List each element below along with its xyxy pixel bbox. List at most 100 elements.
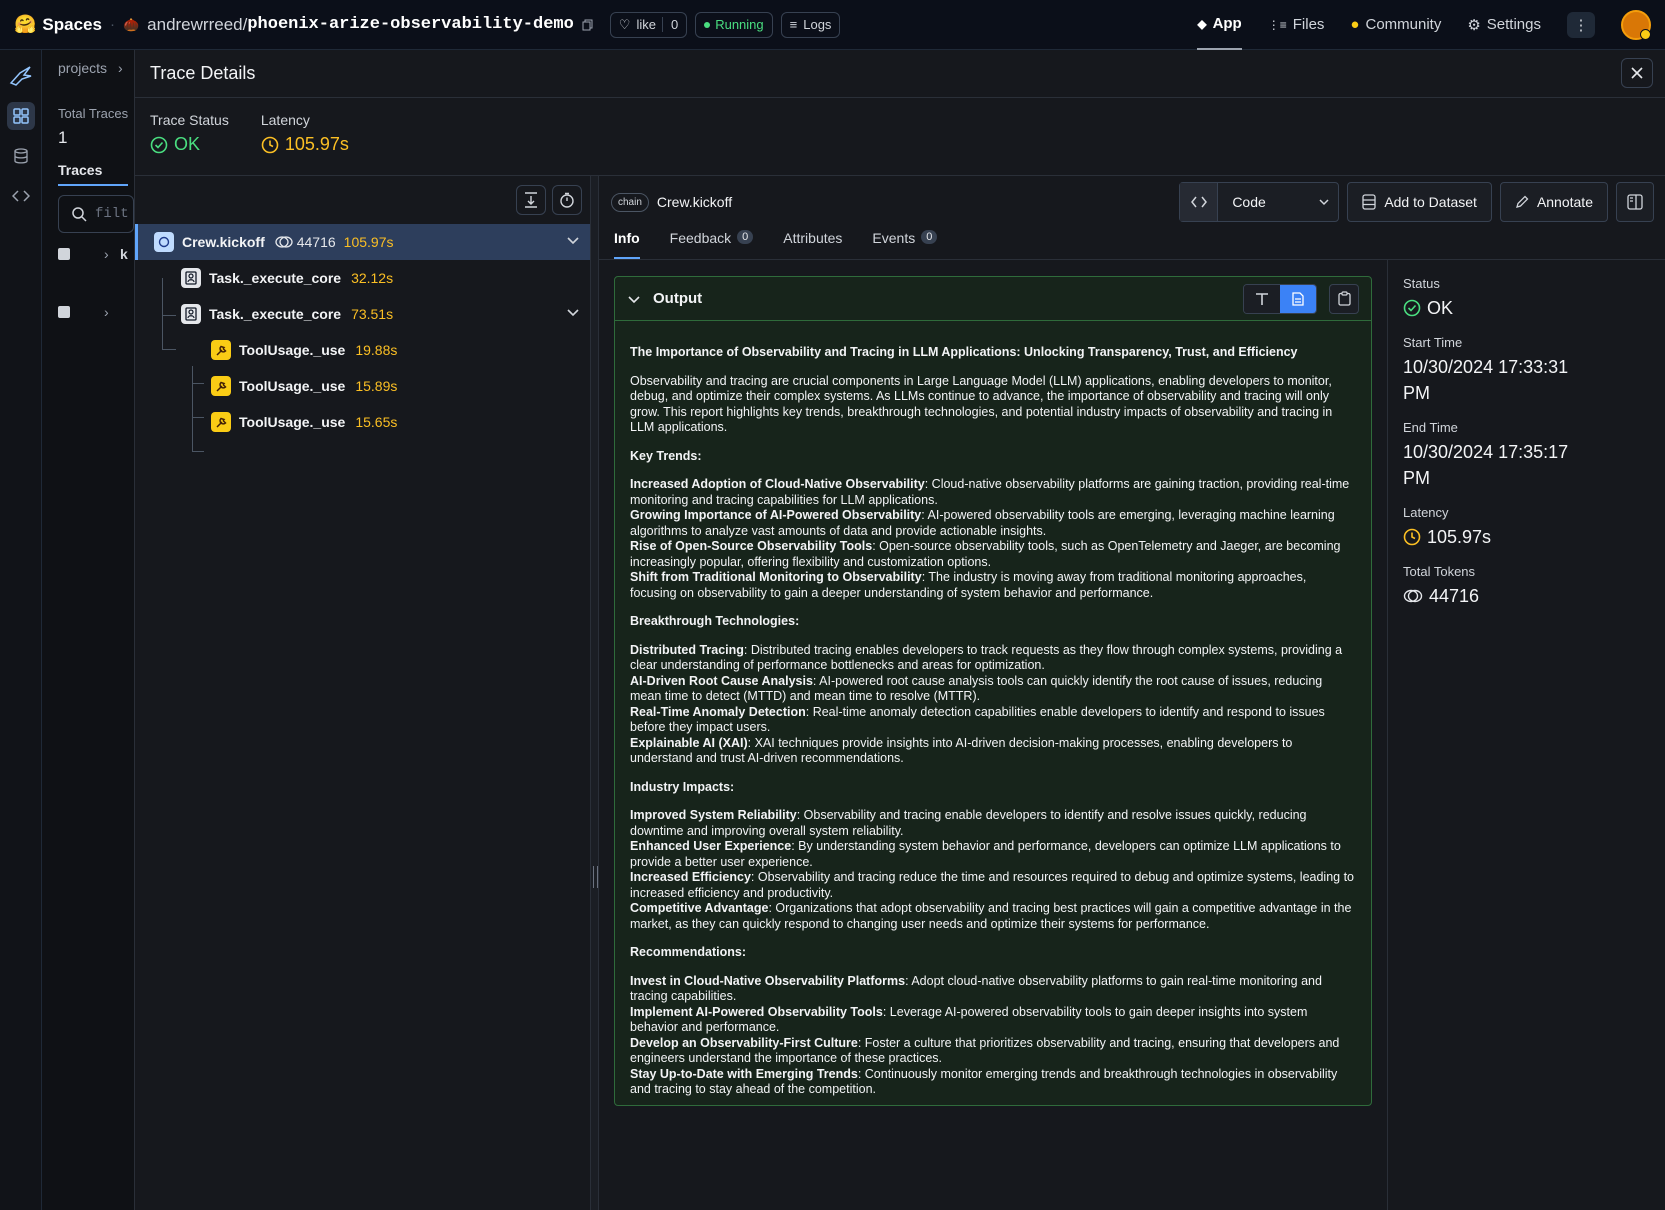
close-icon [1631, 67, 1643, 79]
user-avatar[interactable] [1621, 9, 1651, 40]
span-row-task-execute-core-1[interactable]: Task._execute_core 32.12s [135, 260, 590, 296]
output-section-items: Distributed Tracing: Distributed tracing… [630, 643, 1356, 767]
chevron-down-icon[interactable] [1310, 183, 1338, 221]
chevron-down-icon[interactable] [627, 292, 641, 306]
span-name: Task._execute_core [209, 306, 342, 322]
total-tokens-value: 44716 [1403, 583, 1651, 609]
nav-community[interactable]: ● Community [1350, 0, 1441, 50]
trace-summary: Trace Status OK Latency 105.97s [135, 98, 1665, 176]
tab-feedback[interactable]: Feedback 0 [670, 228, 754, 259]
status-value: OK [1403, 295, 1651, 321]
datasets-database-icon[interactable] [7, 142, 35, 170]
drawer-header: Trace Details [135, 50, 1665, 98]
search-input[interactable]: filt [58, 195, 134, 233]
output-item-term: Real-Time Anomaly Detection [630, 704, 806, 719]
collapse-all-button[interactable] [516, 185, 546, 215]
tab-events[interactable]: Events 0 [872, 228, 938, 259]
clock-icon [261, 136, 279, 153]
tokens-icon [1403, 589, 1423, 603]
tab-info[interactable]: Info [614, 228, 640, 259]
row-expand-chevron-icon[interactable]: › [104, 304, 109, 320]
span-row-toolusage-use-3[interactable]: ToolUsage._use 15.65s [135, 404, 590, 440]
output-item-term: Increased Adoption of Cloud-Native Obser… [630, 477, 925, 491]
markdown-format-icon[interactable] [1280, 284, 1316, 313]
select-all-checkbox[interactable] [58, 248, 70, 260]
latency-toggle-button[interactable] [552, 185, 582, 215]
spaces-link[interactable]: 🤗 Spaces [14, 14, 102, 35]
annotate-button[interactable]: Annotate [1499, 182, 1608, 222]
tab-attributes[interactable]: Attributes [783, 228, 842, 259]
chevron-down-icon[interactable] [566, 305, 580, 319]
expand-chevron-icon[interactable]: › [104, 246, 109, 262]
gear-icon: ⚙ [1467, 16, 1481, 34]
total-traces-label: Total Traces [58, 106, 129, 121]
output-section-title: Industry Impacts: [630, 779, 735, 794]
tab-feedback-count: 0 [737, 230, 754, 244]
breadcrumb-chevron-icon: › [118, 60, 123, 76]
expand-collapse-icon [525, 192, 537, 208]
projects-grid-icon[interactable] [6, 102, 35, 130]
trace-status: Trace Status OK [150, 112, 229, 161]
like-label: like [636, 17, 656, 32]
close-button[interactable] [1621, 58, 1653, 88]
chain-span-icon [154, 232, 174, 252]
more-menu-button[interactable]: ⋮ [1567, 11, 1595, 38]
panel-resize-handle[interactable] [591, 176, 599, 1210]
latency-value: 105.97s [284, 134, 349, 154]
text-format-icon[interactable] [1244, 284, 1280, 313]
trace-status-value: OK [174, 134, 201, 154]
repo-name[interactable]: phoenix-arize-observability-demo [247, 15, 573, 34]
span-latency: 73.51s [351, 306, 394, 322]
span-row-crew-kickoff[interactable]: Crew.kickoff 44716 105.97s [135, 224, 590, 260]
chevron-down-icon[interactable] [566, 233, 580, 247]
output-list-item: Distributed Tracing: Distributed tracing… [630, 643, 1356, 674]
logs-button[interactable]: ≡ Logs [780, 11, 841, 38]
span-row-task-execute-core-2[interactable]: Task._execute_core 73.51s [135, 296, 590, 332]
owner-avatar-icon: 🌰 [122, 16, 140, 32]
span-tokens: 44716 [275, 234, 336, 250]
code-dropdown[interactable]: Code [1179, 182, 1340, 222]
clipboard-icon [1337, 291, 1351, 306]
nav-settings[interactable]: ⚙ Settings [1467, 0, 1541, 50]
code-dropdown-label[interactable]: Code [1218, 183, 1310, 221]
span-tree: Crew.kickoff 44716 105.97s Task._execute… [135, 176, 591, 1210]
toggle-side-panel-button[interactable] [1616, 182, 1654, 222]
phoenix-logo-icon[interactable] [7, 62, 35, 90]
hugging-face-logo-icon: 🤗 [14, 14, 37, 34]
output-item-term: Stay Up-to-Date with Emerging Trends [630, 1066, 858, 1081]
side-latency-value: 105.97s [1403, 524, 1651, 550]
span-title: Crew.kickoff [656, 194, 733, 210]
output-list-item: Growing Importance of AI-Powered Observa… [630, 508, 1356, 539]
output-list-item: Invest in Cloud-Native Observability Pla… [630, 974, 1356, 1005]
repo-owner[interactable]: andrewrreed [147, 15, 242, 35]
drawer-title: Trace Details [150, 63, 256, 83]
copy-icon[interactable] [582, 19, 594, 31]
span-row-toolusage-use-2[interactable]: ToolUsage._use 15.89s [135, 368, 590, 404]
tab-traces[interactable]: Traces [58, 162, 128, 186]
output-item-term: Invest in Cloud-Native Observability Pla… [630, 973, 906, 988]
status-value-text: OK [1427, 298, 1454, 318]
panel-layout-icon [1627, 194, 1643, 210]
output-header[interactable]: Output [615, 277, 1371, 321]
agent-span-icon [181, 304, 201, 324]
span-row-toolusage-use-1[interactable]: ToolUsage._use 19.88s [135, 332, 590, 368]
annotate-label: Annotate [1536, 194, 1593, 210]
copy-button[interactable] [1329, 283, 1359, 314]
nav-app[interactable]: ◆ App [1197, 0, 1242, 50]
top-bar: 🤗 Spaces · 🌰 andrewrreed / phoenix-arize… [0, 0, 1665, 50]
trace-status-label: Trace Status [150, 112, 229, 128]
like-button[interactable]: ♡ like 0 [609, 11, 688, 38]
latency-label: Latency [260, 112, 310, 128]
nav-files[interactable]: ⋮≡ Files [1268, 0, 1325, 50]
tab-events-count: 0 [921, 230, 938, 244]
logs-icon: ≡ [789, 17, 798, 32]
like-count: 0 [661, 17, 678, 32]
output-list-item: Real-Time Anomaly Detection: Real-time a… [630, 705, 1356, 736]
code-brackets-icon[interactable] [7, 182, 35, 210]
row-checkbox[interactable] [58, 306, 70, 318]
output-section-items: Increased Adoption of Cloud-Native Obser… [630, 477, 1356, 601]
agent-span-icon [181, 268, 201, 288]
breadcrumb[interactable]: projects [58, 60, 107, 76]
code-icon[interactable] [1180, 183, 1219, 221]
add-to-dataset-button[interactable]: Add to Dataset [1347, 182, 1492, 222]
